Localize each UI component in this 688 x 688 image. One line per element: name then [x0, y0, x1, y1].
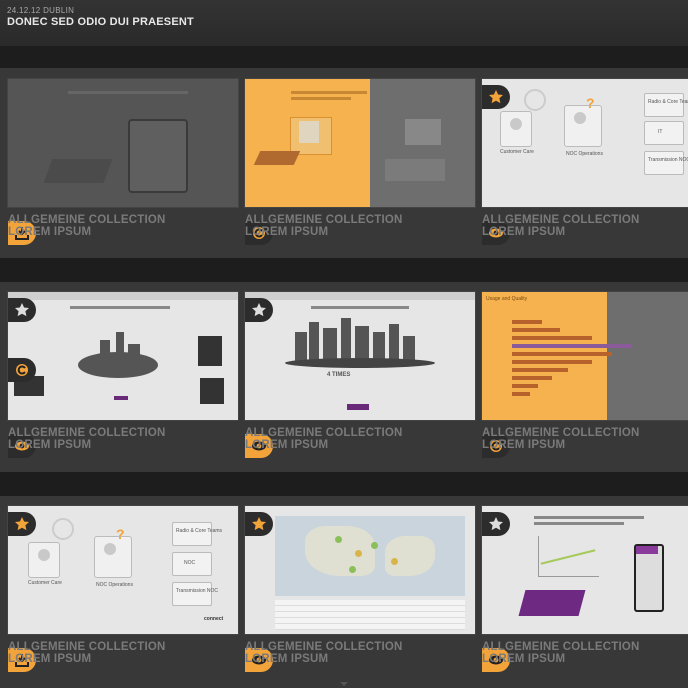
star-icon [489, 90, 503, 104]
scroll-down-indicator[interactable] [340, 682, 348, 686]
card-title: ALLGEMEINE COLLECTION LOREM IPSUM [245, 214, 403, 238]
collection-card[interactable]: Usage and Quality ALLGEMEINE COLLECTION … [481, 291, 688, 464]
card-thumbnail[interactable]: 4 TIMES [244, 291, 476, 421]
star-icon [15, 303, 29, 317]
row-separator [0, 472, 688, 496]
row-separator [0, 258, 688, 282]
refresh-icon [16, 364, 28, 376]
star-icon [15, 517, 29, 531]
card-thumbnail[interactable] [7, 78, 239, 208]
collection-card[interactable]: 4 TIMES ALLGEMEINE COLLECTION LOREM IPSU… [244, 291, 476, 464]
collection-card[interactable]: ALLGEMEINE COLLECTION LOREM IPSUM [244, 505, 476, 678]
card-thumbnail[interactable] [481, 505, 688, 635]
row-separator [0, 46, 688, 68]
card-title: ALLGEMEINE COLLECTION LOREM IPSUM [245, 427, 403, 451]
card-thumbnail[interactable] [244, 78, 476, 208]
card-title: ALLGEMEINE COLLECTION LOREM IPSUM [245, 641, 403, 665]
page-title: DONEC SED ODIO DUI PRAESENT [7, 16, 194, 28]
favorite-badge[interactable] [482, 512, 510, 536]
card-thumbnail[interactable] [7, 291, 239, 421]
favorite-badge[interactable] [245, 298, 273, 322]
collection-card[interactable]: ALLGEMEINE COLLECTION LOREM IPSUM [244, 78, 476, 251]
card-thumbnail[interactable]: Customer Care NOC Operations ? Radio & C… [481, 78, 688, 208]
star-icon [252, 517, 266, 531]
favorite-badge[interactable] [8, 512, 36, 536]
favorite-badge[interactable] [245, 512, 273, 536]
card-thumbnail[interactable]: Usage and Quality [481, 291, 688, 421]
collection-card[interactable]: ALLGEMEINE COLLECTION LOREM IPSUM [7, 291, 239, 464]
card-title: ALLGEMEINE COLLECTION LOREM IPSUM [8, 641, 166, 665]
card-title: ALLGEMEINE COLLECTION LOREM IPSUM [8, 427, 166, 451]
card-title: ALLGEMEINE COLLECTION LOREM IPSUM [482, 214, 640, 238]
page-header: 24.12.12 DUBLIN DONEC SED ODIO DUI PRAES… [0, 0, 688, 46]
card-thumbnail[interactable] [244, 505, 476, 635]
star-icon [252, 303, 266, 317]
favorite-badge[interactable] [482, 85, 510, 109]
star-icon [489, 517, 503, 531]
collection-card[interactable]: ALLGEMEINE COLLECTION LOREM IPSUM [7, 78, 239, 251]
card-title: ALLGEMEINE COLLECTION LOREM IPSUM [482, 427, 640, 451]
refresh-badge[interactable] [8, 358, 36, 382]
collection-card[interactable]: ALLGEMEINE COLLECTION LOREM IPSUM [481, 505, 688, 678]
collection-card[interactable]: Customer Care NOC Operations ? Radio & C… [481, 78, 688, 251]
card-title: ALLGEMEINE COLLECTION LOREM IPSUM [482, 641, 640, 665]
collection-card[interactable]: Customer Care NOC Operations ? Radio & C… [7, 505, 239, 678]
card-thumbnail[interactable]: Customer Care NOC Operations ? Radio & C… [7, 505, 239, 635]
date-location: 24.12.12 DUBLIN [7, 6, 75, 15]
card-title: ALLGEMEINE COLLECTION LOREM IPSUM [8, 214, 166, 238]
favorite-badge[interactable] [8, 298, 36, 322]
